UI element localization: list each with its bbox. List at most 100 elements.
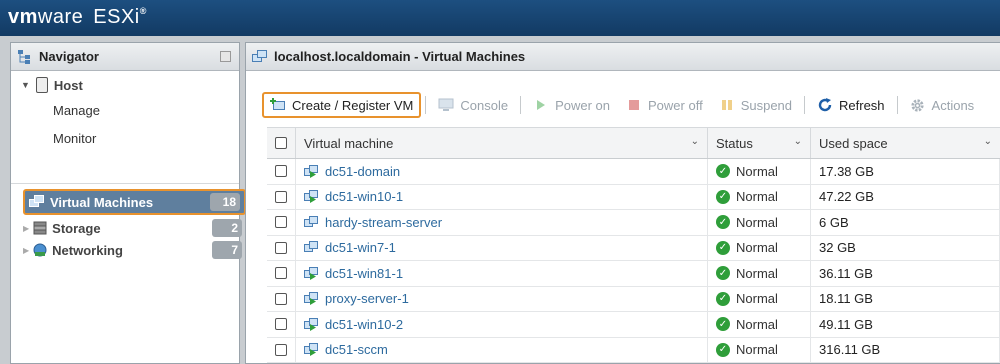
virtual-machine-icon xyxy=(304,241,319,254)
table-row[interactable]: dc51-win7-1 ✓ Normal 32 GB xyxy=(267,235,1000,261)
nav-storage[interactable]: ▶ Storage 2 xyxy=(23,217,246,239)
vm-used-space-cell: 32 GB xyxy=(811,235,1000,260)
check-icon: ✓ xyxy=(716,266,730,281)
row-checkbox-cell xyxy=(267,261,296,286)
chevron-down-icon[interactable]: ⌄ xyxy=(794,136,802,147)
vm-used-space-cell: 17.38 GB xyxy=(811,159,1000,184)
toolbar-divider xyxy=(425,96,427,114)
vm-status-text: Normal xyxy=(736,163,778,179)
vm-name-link[interactable]: dc51-win81-1 xyxy=(325,266,403,281)
collapse-navigator-button[interactable] xyxy=(220,51,231,62)
vm-name-link[interactable]: dc51-win10-1 xyxy=(325,189,403,204)
vm-used-space-cell: 6 GB xyxy=(811,210,1000,235)
vm-name-link[interactable]: dc51-sccm xyxy=(325,342,388,357)
vm-name-link[interactable]: hardy-stream-server xyxy=(325,215,442,230)
column-header-used-space[interactable]: Used space ⌄ xyxy=(811,128,1000,158)
row-checkbox[interactable] xyxy=(275,318,287,331)
row-checkbox[interactable] xyxy=(275,165,287,178)
vm-status-text: Normal xyxy=(736,265,778,281)
vm-status-cell: ✓ Normal xyxy=(708,286,811,311)
vm-name-link[interactable]: dc51-domain xyxy=(325,164,400,179)
vmware-esxi-logo: vmware ESXi® xyxy=(8,6,147,28)
power-off-button[interactable]: Power off xyxy=(618,92,711,118)
vm-used-space-cell: 49.11 GB xyxy=(811,312,1000,337)
vm-status-cell: ✓ Normal xyxy=(708,159,811,184)
vm-status-text: Normal xyxy=(736,291,778,307)
expand-networking-icon[interactable]: ▶ xyxy=(23,246,29,255)
table-row[interactable]: dc51-sccm ✓ Normal 316.11 GB xyxy=(267,337,1000,363)
refresh-icon xyxy=(817,98,833,112)
nav-host-label: Host xyxy=(53,77,83,93)
vm-used-space-cell: 36.11 GB xyxy=(811,261,1000,286)
nav-host-monitor[interactable]: Monitor xyxy=(53,131,96,146)
vm-name-link[interactable]: dc51-win7-1 xyxy=(325,240,396,255)
table-row[interactable]: dc51-win10-1 ✓ Normal 47.22 GB xyxy=(267,184,1000,210)
table-row[interactable]: proxy-server-1 ✓ Normal 18.11 GB xyxy=(267,286,1000,312)
toolbar: Create / Register VM Console Power on Po… xyxy=(246,91,1000,119)
row-checkbox[interactable] xyxy=(275,241,287,254)
virtual-machine-icon xyxy=(304,266,319,280)
virtual-machine-icon xyxy=(304,343,319,357)
check-icon: ✓ xyxy=(716,342,730,357)
nav-host[interactable]: ▼ Host xyxy=(21,77,83,93)
expand-storage-icon[interactable]: ▶ xyxy=(23,224,29,233)
nav-networking-label: Networking xyxy=(52,242,123,258)
table-row[interactable]: dc51-win10-2 ✓ Normal 49.11 GB xyxy=(267,312,1000,338)
actions-button[interactable]: Actions xyxy=(902,92,983,118)
virtual-machines-icon xyxy=(29,195,45,209)
chevron-down-icon[interactable]: ⌄ xyxy=(984,136,992,147)
navigator-panel: Navigator ▼ Host Manage Monitor Virtual … xyxy=(10,42,246,364)
row-checkbox[interactable] xyxy=(275,343,287,356)
page-title: localhost.localdomain - Virtual Machines xyxy=(274,49,526,64)
console-icon xyxy=(438,98,454,112)
select-all-cell xyxy=(267,128,296,158)
storage-icon xyxy=(33,221,47,235)
nav-virtual-machines[interactable]: Virtual Machines 18 xyxy=(23,189,246,215)
vm-table: Virtual machine ⌄ Status ⌄ Used space ⌄ … xyxy=(267,127,1000,363)
table-row[interactable]: dc51-win81-1 ✓ Normal 36.11 GB xyxy=(267,261,1000,287)
vm-status-cell: ✓ Normal xyxy=(708,261,811,286)
table-row[interactable]: hardy-stream-server ✓ Normal 6 GB xyxy=(267,210,1000,236)
vm-status-text: Normal xyxy=(736,316,778,332)
virtual-machines-icon xyxy=(252,49,268,64)
nav-networking[interactable]: ▶ Networking 7 xyxy=(23,239,246,261)
vm-status-text: Normal xyxy=(736,240,778,256)
suspend-button[interactable]: Suspend xyxy=(711,92,800,118)
vm-name-link[interactable]: dc51-win10-2 xyxy=(325,317,403,332)
row-checkbox[interactable] xyxy=(275,267,287,280)
table-row[interactable]: dc51-domain ✓ Normal 17.38 GB xyxy=(267,159,1000,185)
vm-name-cell: dc51-domain xyxy=(296,159,708,184)
vm-status-cell: ✓ Normal xyxy=(708,210,811,235)
select-all-checkbox[interactable] xyxy=(275,137,287,149)
column-header-virtual-machine[interactable]: Virtual machine ⌄ xyxy=(296,128,708,158)
row-checkbox[interactable] xyxy=(275,292,287,305)
vm-used-space-cell: 47.22 GB xyxy=(811,184,1000,209)
vm-status-cell: ✓ Normal xyxy=(708,184,811,209)
expand-host-icon[interactable]: ▼ xyxy=(21,80,30,90)
nav-storage-label: Storage xyxy=(52,220,101,236)
vm-name-cell: dc51-win10-1 xyxy=(296,184,708,209)
top-bar: vmware ESXi® xyxy=(0,0,1000,36)
virtual-machine-icon xyxy=(304,164,319,178)
virtual-machine-icon xyxy=(304,292,319,306)
row-checkbox[interactable] xyxy=(275,190,287,203)
row-checkbox-cell xyxy=(267,159,296,184)
power-on-button[interactable]: Power on xyxy=(525,92,618,118)
virtual-machine-icon xyxy=(304,190,319,204)
check-icon: ✓ xyxy=(716,189,730,204)
nav-host-manage[interactable]: Manage xyxy=(53,103,100,118)
vm-status-cell: ✓ Normal xyxy=(708,337,811,362)
vm-status-cell: ✓ Normal xyxy=(708,235,811,260)
chevron-down-icon[interactable]: ⌄ xyxy=(691,136,699,147)
column-header-status[interactable]: Status ⌄ xyxy=(708,128,811,158)
vm-name-link[interactable]: proxy-server-1 xyxy=(325,291,409,306)
nav-virtual-machines-label: Virtual Machines xyxy=(50,194,154,210)
console-button[interactable]: Console xyxy=(430,92,516,118)
refresh-button[interactable]: Refresh xyxy=(809,92,893,118)
row-checkbox[interactable] xyxy=(275,216,287,229)
power-off-icon xyxy=(626,98,642,112)
toolbar-divider xyxy=(896,96,898,114)
create-register-vm-button[interactable]: Create / Register VM xyxy=(262,92,422,118)
virtual-machine-icon xyxy=(304,215,319,229)
row-checkbox-cell xyxy=(267,235,296,260)
